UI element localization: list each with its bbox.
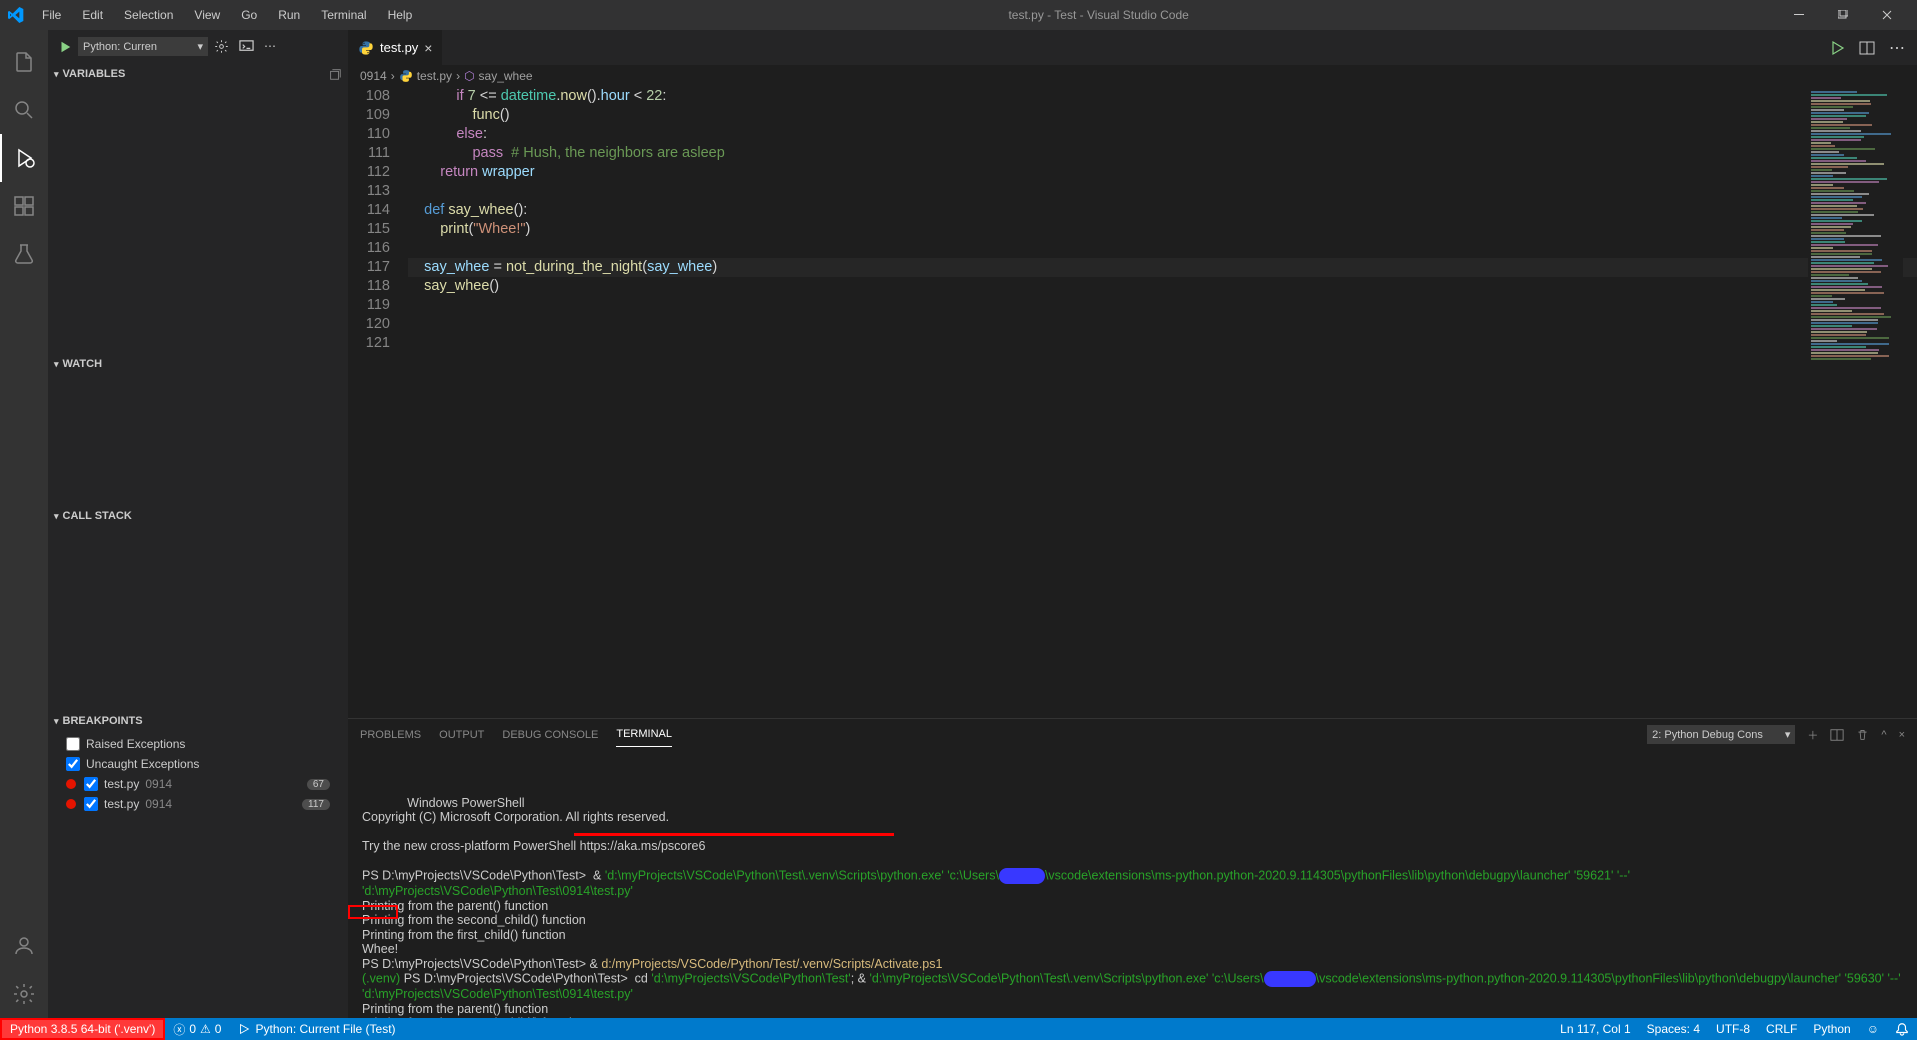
indentation[interactable]: Spaces: 4 bbox=[1639, 1018, 1708, 1040]
debug-side-panel: Python: Curren▾ ⋯ ▾ Variables ▾ Watch ▾ … bbox=[48, 30, 348, 1018]
kill-terminal-icon[interactable] bbox=[1856, 728, 1869, 741]
warning-icon: ⚠ bbox=[200, 1022, 211, 1036]
close-panel-icon[interactable]: × bbox=[1899, 729, 1905, 741]
testing-icon[interactable] bbox=[0, 230, 48, 278]
python-interpreter[interactable]: Python 3.8.5 64-bit ('.venv') bbox=[0, 1018, 165, 1040]
notifications-icon[interactable] bbox=[1887, 1018, 1917, 1040]
debug-icon bbox=[237, 1022, 251, 1036]
python-file-icon bbox=[399, 69, 413, 83]
cursor-position[interactable]: Ln 117, Col 1 bbox=[1552, 1018, 1639, 1040]
debug-status[interactable]: Python: Current File (Test) bbox=[229, 1018, 403, 1040]
variables-header[interactable]: ▾ Variables bbox=[48, 63, 348, 85]
bp-checkbox[interactable] bbox=[84, 777, 98, 791]
vscode-icon bbox=[8, 7, 24, 23]
breadcrumbs[interactable]: 0914› test.py› ⬡ say_whee bbox=[348, 65, 1917, 87]
uncaught-checkbox[interactable] bbox=[66, 757, 80, 771]
menu-bar: File Edit Selection View Go Run Terminal… bbox=[34, 4, 420, 26]
breakpoint-raised-exceptions[interactable]: Raised Exceptions bbox=[48, 734, 348, 754]
terminal-content[interactable]: Windows PowerShell Copyright (C) Microso… bbox=[348, 751, 1917, 1018]
editor-tabs: test.py × ⋯ bbox=[348, 30, 1917, 65]
bottom-panel: PROBLEMS OUTPUT DEBUG CONSOLE TERMINAL 2… bbox=[348, 718, 1917, 1018]
maximize-panel-icon[interactable]: ^ bbox=[1881, 729, 1886, 741]
breakpoints-list: Raised Exceptions Uncaught Exceptions te… bbox=[48, 732, 348, 816]
debug-config-dropdown[interactable]: Python: Curren▾ bbox=[78, 37, 208, 56]
menu-terminal[interactable]: Terminal bbox=[313, 4, 374, 26]
menu-edit[interactable]: Edit bbox=[74, 4, 111, 26]
breakpoints-header[interactable]: ▾ Breakpoints bbox=[48, 710, 348, 732]
tab-test-py[interactable]: test.py × bbox=[348, 30, 443, 65]
tab-terminal[interactable]: TERMINAL bbox=[616, 722, 672, 747]
more-icon[interactable]: ⋯ bbox=[264, 39, 276, 54]
minimize-button[interactable] bbox=[1777, 0, 1821, 30]
menu-go[interactable]: Go bbox=[233, 4, 265, 26]
breakpoint-row[interactable]: test.py 0914 67 bbox=[48, 774, 348, 794]
status-bar: Python 3.8.5 64-bit ('.venv') ⓧ0 ⚠0 Pyth… bbox=[0, 1018, 1917, 1040]
start-debug-button[interactable] bbox=[58, 40, 72, 54]
minimap[interactable] bbox=[1808, 90, 1903, 290]
breakpoint-dot-icon bbox=[66, 779, 76, 789]
menu-file[interactable]: File bbox=[34, 4, 69, 26]
maximize-button[interactable] bbox=[1821, 0, 1865, 30]
bp-checkbox[interactable] bbox=[84, 797, 98, 811]
annotation-red-box bbox=[348, 905, 398, 919]
settings-icon[interactable] bbox=[0, 970, 48, 1018]
callstack-header[interactable]: ▾ Call Stack bbox=[48, 505, 348, 527]
title-bar: File Edit Selection View Go Run Terminal… bbox=[0, 0, 1917, 30]
window-controls bbox=[1777, 0, 1909, 30]
panel-tabs: PROBLEMS OUTPUT DEBUG CONSOLE TERMINAL 2… bbox=[348, 719, 1917, 751]
eol[interactable]: CRLF bbox=[1758, 1018, 1805, 1040]
menu-selection[interactable]: Selection bbox=[116, 4, 181, 26]
explorer-icon[interactable] bbox=[0, 38, 48, 86]
activity-bar bbox=[0, 30, 48, 1018]
error-icon: ⓧ bbox=[173, 1021, 185, 1038]
menu-run[interactable]: Run bbox=[270, 4, 308, 26]
editor-group: test.py × ⋯ 0914› test.py› ⬡ say_whee 10… bbox=[348, 30, 1917, 1018]
chevron-down-icon: ▾ bbox=[54, 716, 59, 727]
accounts-icon[interactable] bbox=[0, 922, 48, 970]
window-title: test.py - Test - Visual Studio Code bbox=[420, 8, 1777, 22]
search-icon[interactable] bbox=[0, 86, 48, 134]
chevron-down-icon: ▾ bbox=[54, 359, 59, 370]
chevron-down-icon: ▾ bbox=[54, 511, 59, 522]
collapse-all-icon[interactable] bbox=[328, 67, 342, 81]
run-file-button[interactable] bbox=[1829, 40, 1845, 56]
extensions-icon[interactable] bbox=[0, 182, 48, 230]
gear-icon[interactable] bbox=[214, 39, 229, 54]
more-actions-icon[interactable]: ⋯ bbox=[1889, 38, 1905, 58]
split-editor-icon[interactable] bbox=[1859, 40, 1875, 56]
encoding[interactable]: UTF-8 bbox=[1708, 1018, 1758, 1040]
annotation-red-underline bbox=[574, 833, 894, 836]
language-mode[interactable]: Python bbox=[1805, 1018, 1858, 1040]
chevron-down-icon: ▾ bbox=[54, 69, 59, 80]
symbol-method-icon: ⬡ bbox=[464, 69, 474, 83]
raised-checkbox[interactable] bbox=[66, 737, 80, 751]
debug-console-icon[interactable] bbox=[239, 39, 254, 54]
breakpoint-uncaught-exceptions[interactable]: Uncaught Exceptions bbox=[48, 754, 348, 774]
tab-problems[interactable]: PROBLEMS bbox=[360, 723, 421, 747]
debug-config-bar: Python: Curren▾ ⋯ bbox=[48, 30, 348, 63]
menu-view[interactable]: View bbox=[186, 4, 228, 26]
python-file-icon bbox=[358, 40, 374, 56]
close-tab-icon[interactable]: × bbox=[424, 40, 432, 56]
problems-status[interactable]: ⓧ0 ⚠0 bbox=[165, 1018, 229, 1040]
feedback-icon[interactable]: ☺ bbox=[1859, 1018, 1887, 1040]
breakpoint-dot-icon bbox=[66, 799, 76, 809]
split-terminal-icon[interactable] bbox=[1830, 728, 1844, 742]
close-button[interactable] bbox=[1865, 0, 1909, 30]
terminal-select[interactable]: 2: Python Debug Cons▾ bbox=[1647, 725, 1795, 744]
breakpoint-row[interactable]: test.py 0914 117 bbox=[48, 794, 348, 814]
watch-header[interactable]: ▾ Watch bbox=[48, 353, 348, 375]
new-terminal-icon[interactable]: ＋ bbox=[1807, 727, 1818, 743]
tab-output[interactable]: OUTPUT bbox=[439, 723, 484, 747]
code-editor[interactable]: 1081091101111121131141151161171181191201… bbox=[348, 87, 1917, 718]
menu-help[interactable]: Help bbox=[380, 4, 421, 26]
run-debug-icon[interactable] bbox=[0, 134, 48, 182]
tab-debug-console[interactable]: DEBUG CONSOLE bbox=[502, 723, 598, 747]
